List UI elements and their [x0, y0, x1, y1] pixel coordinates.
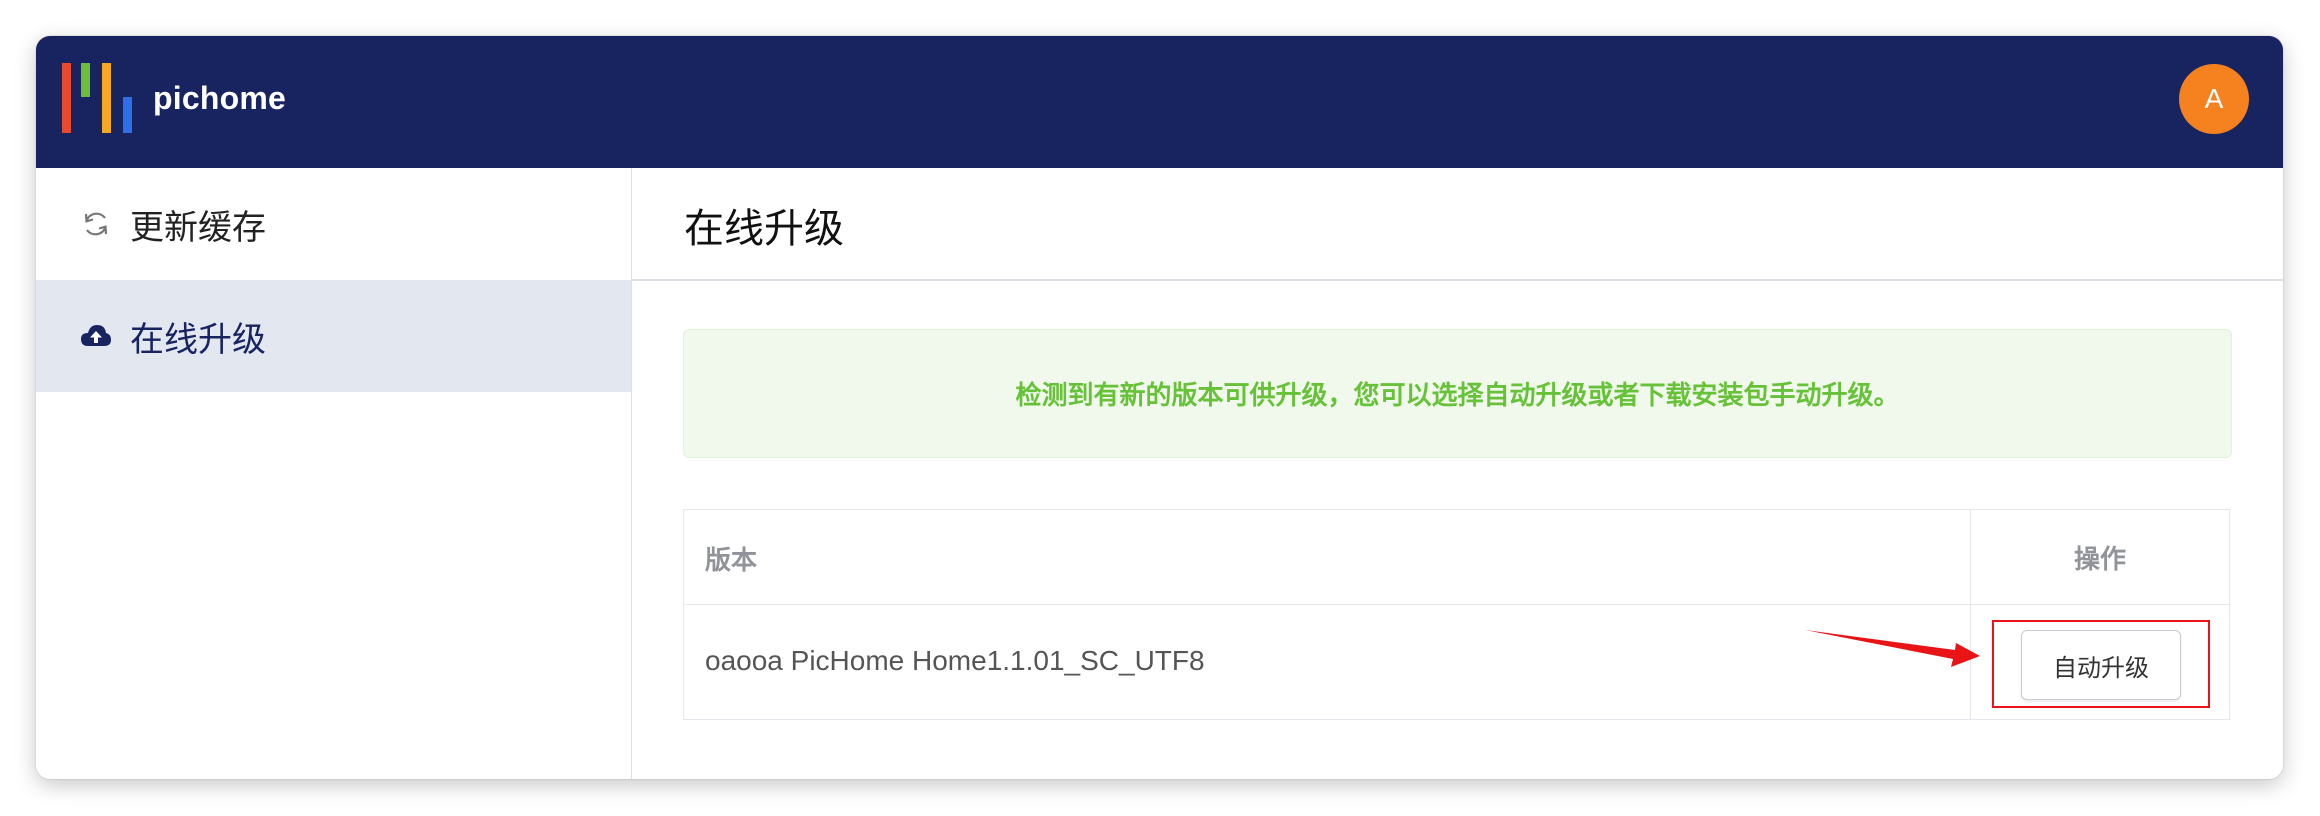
main-content: 在线升级 检测到有新的版本可供升级，您可以选择自动升级或者下载安装包手动升级。 …	[632, 168, 2283, 779]
cloud-upload-icon	[80, 320, 112, 352]
version-name: oaooa PicHome Home1.1.01_SC_UTF8	[705, 645, 1205, 676]
sidebar-item-label: 更新缓存	[130, 207, 266, 248]
page-title: 在线升级	[684, 206, 844, 252]
logo-bar-red	[62, 63, 71, 133]
column-header-action-label: 操作	[2073, 544, 2126, 575]
version-table: 版本 操作 oaooa PicHome Home1.1.01_SC_UTF8 自…	[683, 509, 2230, 720]
logo-bar-blue	[123, 97, 132, 133]
refresh-icon	[80, 208, 112, 240]
pichome-logo-icon[interactable]	[62, 63, 134, 133]
sidebar: 更新缓存 在线升级	[36, 168, 632, 779]
sidebar-item-refresh-cache[interactable]: 更新缓存	[36, 168, 631, 280]
upgrade-available-alert: 检测到有新的版本可供升级，您可以选择自动升级或者下载安装包手动升级。	[683, 329, 2232, 458]
table-row-version-cell: oaooa PicHome Home1.1.01_SC_UTF8	[684, 605, 1971, 719]
top-header: pichome A	[36, 36, 2283, 168]
app-name[interactable]: pichome	[153, 80, 286, 117]
sidebar-item-label: 在线升级	[130, 319, 266, 360]
app-window: pichome A 更新缓存 在线升级 在线升级 检测到有新的版本可供升级，您可…	[36, 36, 2283, 779]
auto-upgrade-button[interactable]: 自动升级	[2021, 630, 2181, 700]
table-row-action-cell: 自动升级	[1971, 605, 2229, 719]
column-header-action: 操作	[1971, 510, 2229, 605]
logo-bar-orange	[102, 63, 111, 133]
page-title-bar: 在线升级	[632, 168, 2283, 281]
user-avatar[interactable]: A	[2179, 64, 2249, 134]
logo-bar-green	[81, 63, 90, 97]
column-header-version: 版本	[684, 510, 1971, 605]
sidebar-item-online-upgrade[interactable]: 在线升级	[36, 280, 631, 392]
column-header-version-label: 版本	[705, 546, 758, 576]
alert-text: 检测到有新的版本可供升级，您可以选择自动升级或者下载安装包手动升级。	[1015, 381, 1900, 411]
